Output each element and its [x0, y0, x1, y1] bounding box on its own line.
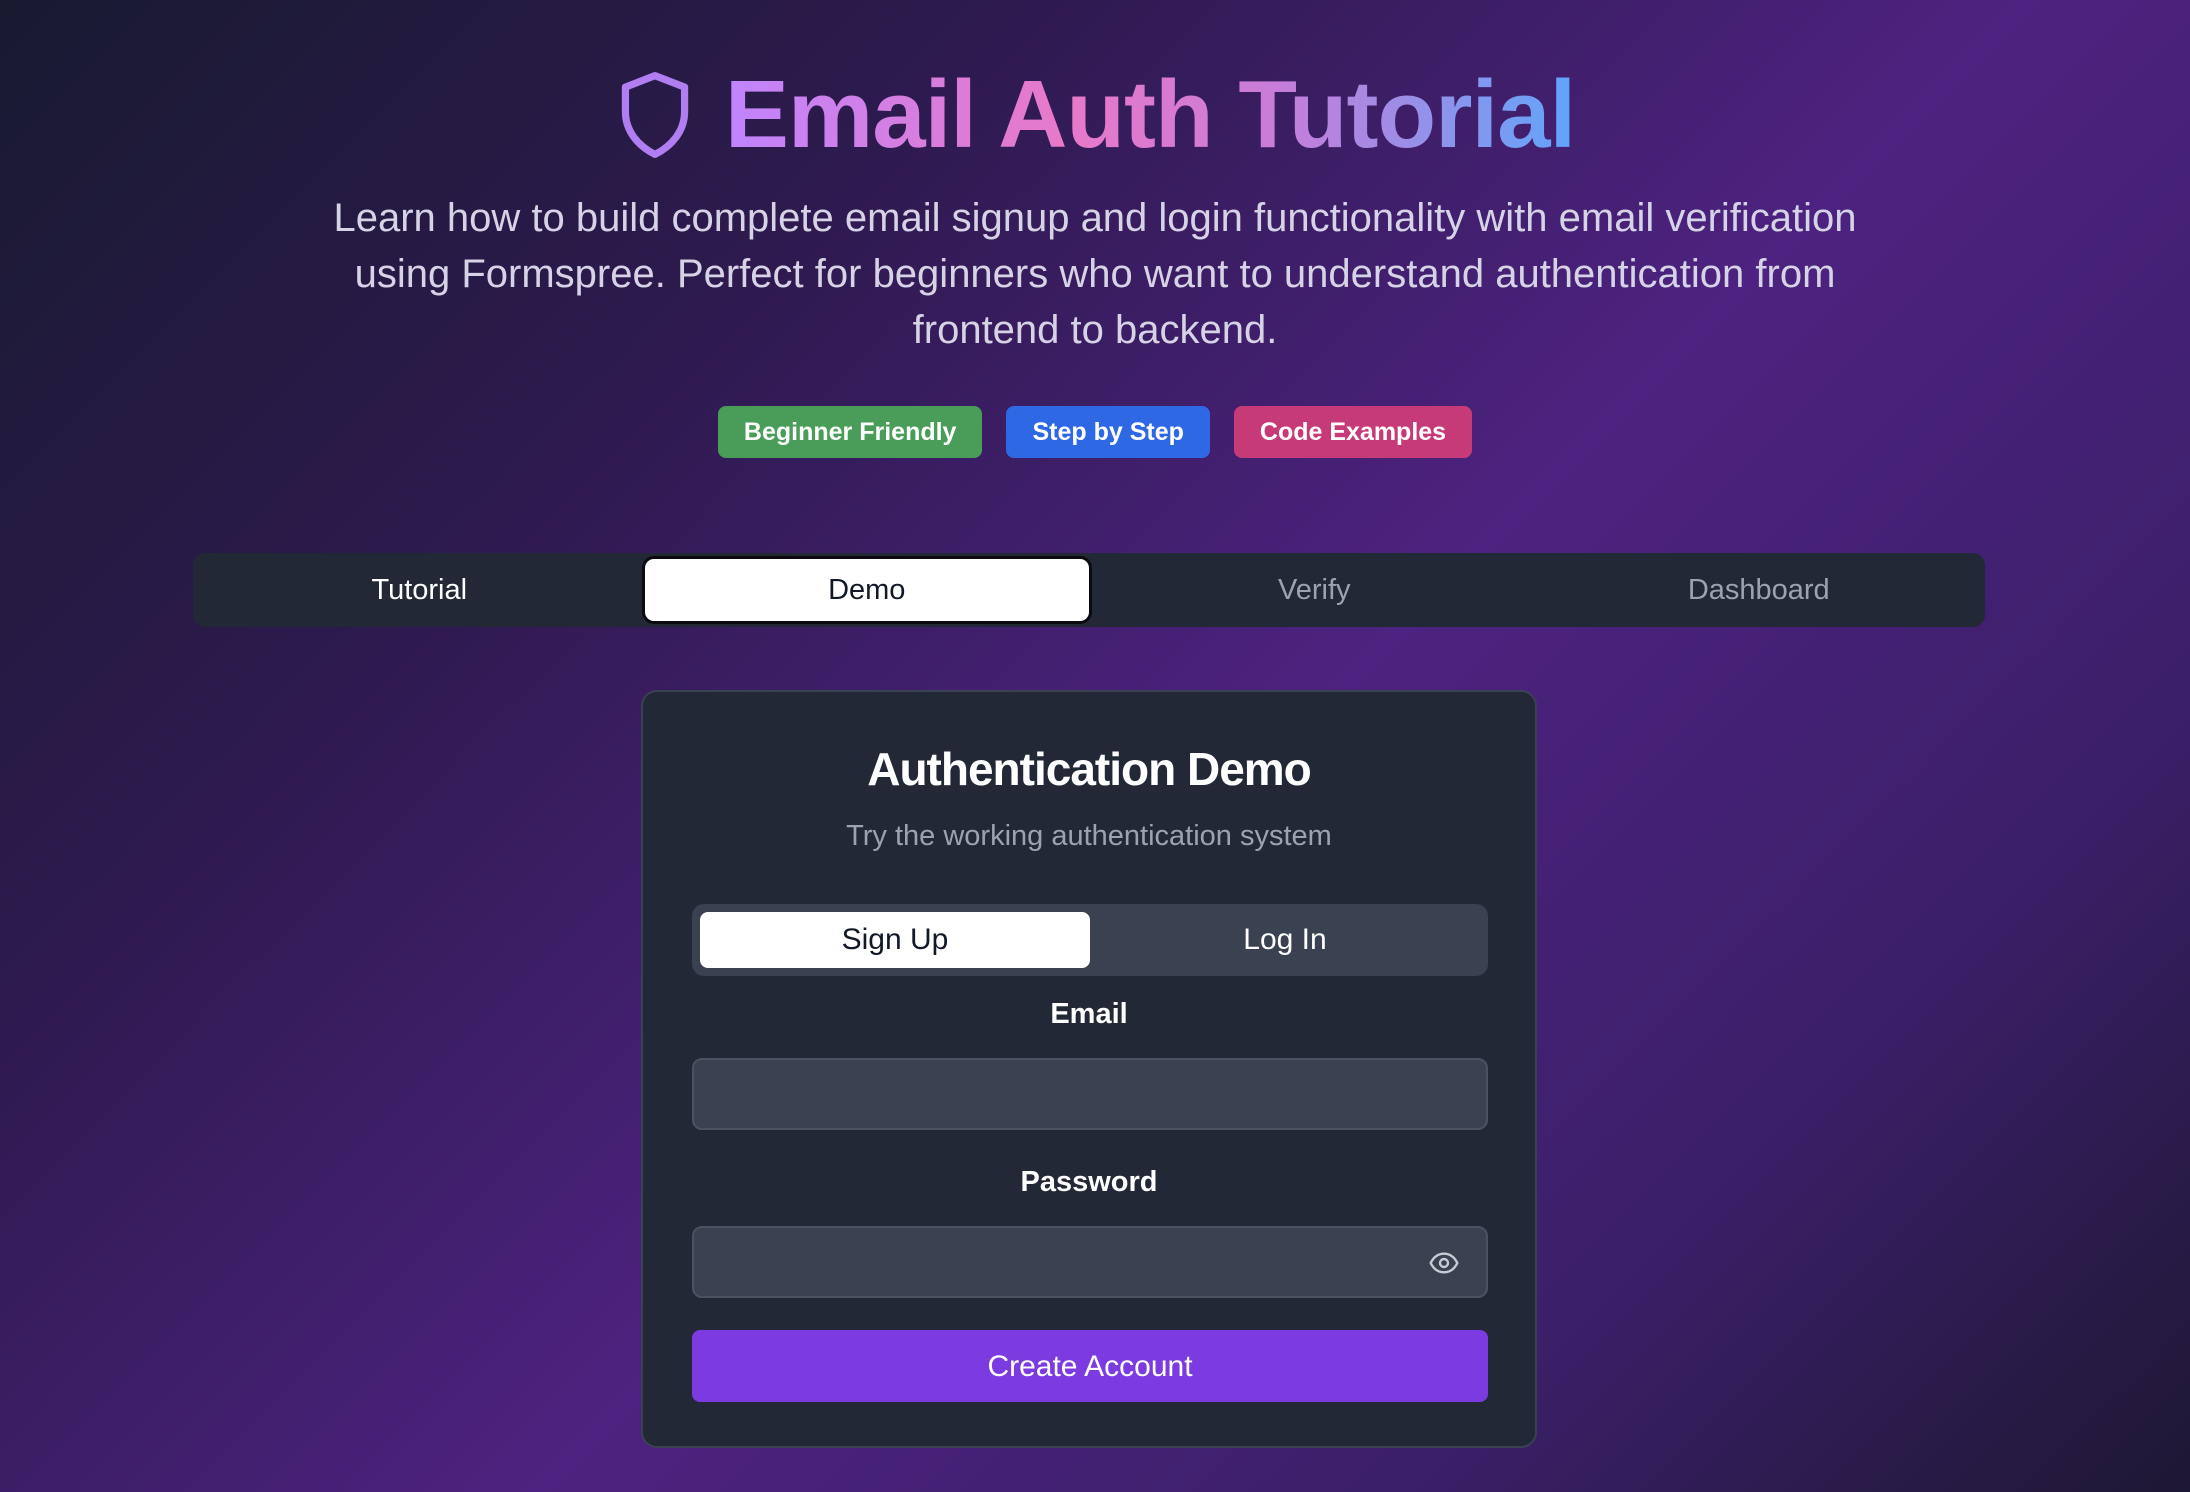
badge-row: Beginner Friendly Step by Step Code Exam…: [0, 406, 2190, 458]
eye-icon[interactable]: [1428, 1247, 1460, 1279]
create-account-button[interactable]: Create Account: [692, 1330, 1488, 1402]
tab-tutorial[interactable]: Tutorial: [197, 556, 642, 624]
auth-mode-toggle: Sign Up Log In: [692, 904, 1488, 976]
main-tab-bar: Tutorial Demo Verify Dashboard: [193, 553, 1985, 627]
badge-beginner-friendly: Beginner Friendly: [717, 406, 983, 458]
page-header: Email Auth Tutorial: [0, 60, 2190, 170]
sign-up-tab[interactable]: Sign Up: [700, 912, 1090, 968]
card-subtitle: Try the working authentication system: [846, 820, 1332, 852]
badge-step-by-step: Step by Step: [1006, 406, 1210, 458]
password-label: Password: [1020, 1166, 1158, 1198]
log-in-tab[interactable]: Log In: [1090, 912, 1480, 968]
tab-dashboard: Dashboard: [1687, 574, 1830, 606]
tab-demo[interactable]: Demo: [641, 556, 1092, 624]
auth-demo-card: Authentication Demo Try the working auth…: [641, 690, 1537, 1448]
email-label: Email: [1050, 998, 1128, 1030]
page-title: Email Auth Tutorial: [724, 61, 1576, 168]
page-subtitle: Learn how to build complete email signup…: [333, 196, 1857, 352]
email-field[interactable]: [692, 1058, 1488, 1130]
tab-verify: Verify: [1277, 574, 1351, 606]
card-title: Authentication Demo: [867, 743, 1312, 795]
shield-icon: [621, 71, 689, 159]
password-field[interactable]: [692, 1226, 1488, 1298]
badge-code-examples: Code Examples: [1233, 406, 1473, 458]
